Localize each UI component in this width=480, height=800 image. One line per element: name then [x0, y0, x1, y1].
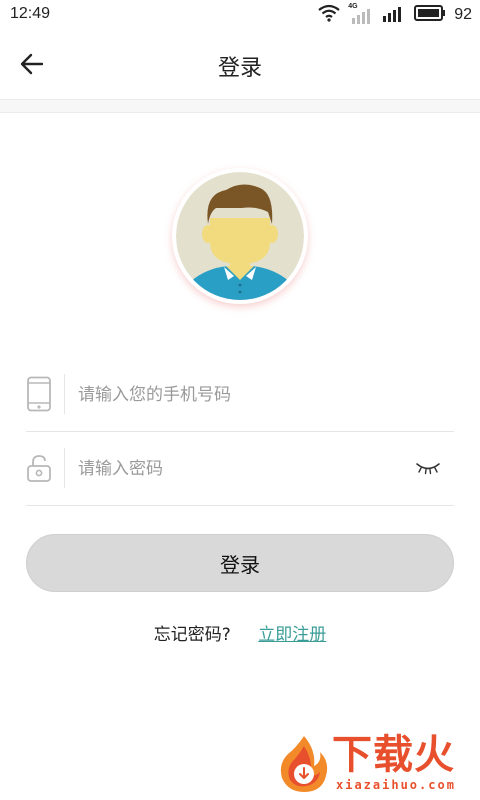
flame-download-icon	[276, 734, 332, 798]
wifi-icon	[318, 4, 340, 26]
header-divider	[0, 99, 480, 113]
forgot-password-link[interactable]: 忘记密码?	[154, 625, 231, 645]
phone-icon	[26, 376, 52, 412]
status-time: 12:49	[10, 5, 51, 22]
default-user-avatar-icon	[176, 172, 304, 300]
login-screen: 12:49 4G 92 登录 请输入您的手机号码 登录 忘记密码? 立即注册 下…	[0, 0, 480, 800]
password-row	[26, 434, 454, 506]
phone-row	[26, 360, 454, 432]
watermark-title: 下载火	[332, 732, 455, 778]
status-bar: 12:49 4G 92	[0, 0, 480, 30]
avatar[interactable]	[172, 168, 308, 304]
phone-input[interactable]	[78, 380, 398, 410]
lock-icon	[26, 450, 52, 486]
password-visibility-toggle[interactable]	[414, 458, 442, 480]
phone-row-separator	[64, 374, 65, 414]
eye-closed-icon	[415, 460, 441, 479]
battery-level: 92	[454, 6, 472, 23]
watermark-url: xiazaihuo.com	[336, 778, 456, 792]
signal-4g-icon: 4G	[348, 3, 374, 25]
register-link[interactable]: 立即注册	[258, 625, 326, 645]
watermark-logo: 下载火 xiazaihuo.com	[276, 732, 472, 796]
password-row-separator	[64, 448, 65, 488]
page-title: 登录	[217, 56, 262, 81]
auth-links: 忘记密码? 立即注册	[0, 620, 480, 645]
battery-icon	[414, 4, 446, 26]
signal-icon	[382, 3, 406, 27]
password-input[interactable]	[78, 454, 398, 484]
login-button[interactable]: 登录	[26, 534, 454, 592]
status-icons: 4G 92	[318, 3, 472, 27]
header: 登录	[0, 30, 480, 100]
